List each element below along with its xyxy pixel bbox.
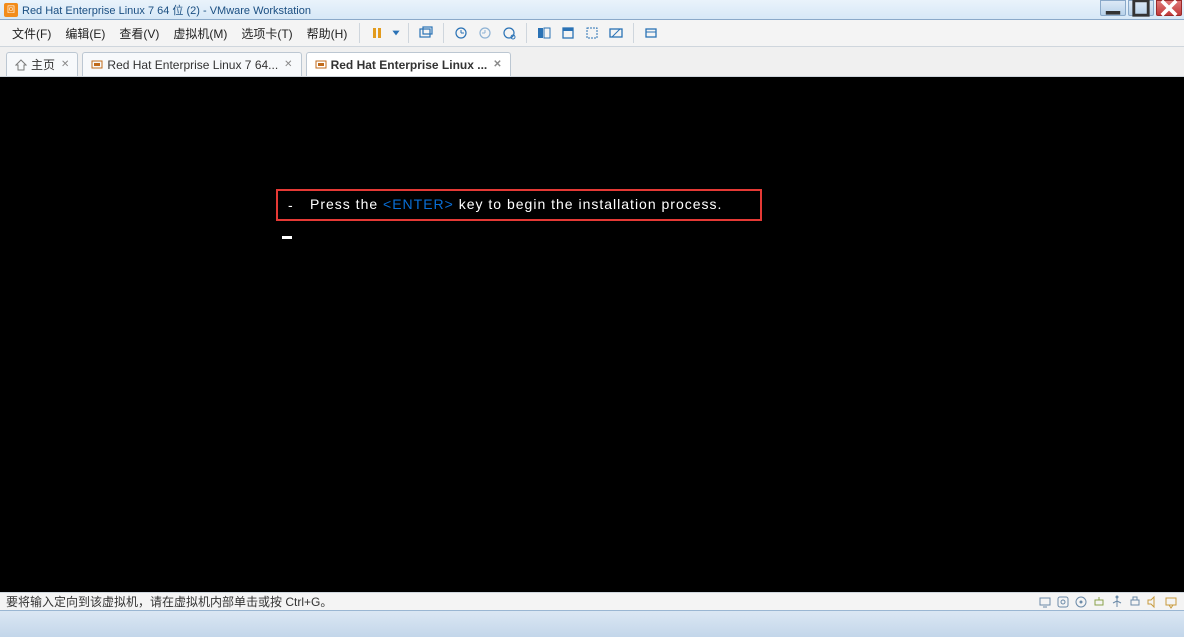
take-snapshot-button[interactable] [474,22,496,44]
menubar: 文件(F) 编辑(E) 查看(V) 虚拟机(M) 选项卡(T) 帮助(H) [0,20,1184,47]
tab-close-button[interactable]: ✕ [284,59,292,70]
tab-vm-1[interactable]: Red Hat Enterprise Linux 7 64... ✕ [82,52,301,76]
library-button[interactable] [640,22,662,44]
pause-button[interactable] [366,22,388,44]
snapshot-button[interactable] [415,22,437,44]
tab-vm-1-label: Red Hat Enterprise Linux 7 64... [107,58,278,72]
minimize-button[interactable] [1100,0,1126,16]
menu-help[interactable]: 帮助(H) [301,22,354,45]
revert-snapshot-button[interactable] [450,22,472,44]
fullscreen-button[interactable] [605,22,627,44]
tabbar: 主页 ✕ Red Hat Enterprise Linux 7 64... ✕ … [0,47,1184,77]
tab-home-label: 主页 [31,56,55,73]
vm-icon [315,59,327,71]
console-enter-key: <ENTER> [383,196,454,212]
view-console-button[interactable] [533,22,555,44]
view-unity-button[interactable] [581,22,603,44]
vm-console[interactable]: - Press the <ENTER> key to begin the ins… [0,77,1184,592]
device-disk-icon[interactable] [1056,595,1070,609]
menu-tabs[interactable]: 选项卡(T) [235,22,298,45]
tab-home[interactable]: 主页 ✕ [6,52,78,76]
menu-file[interactable]: 文件(F) [6,22,57,45]
manage-snapshot-button[interactable] [498,22,520,44]
console-bullet: - [288,197,294,213]
separator [633,23,634,43]
home-icon [15,59,27,71]
app-icon: 回 [4,3,18,17]
view-single-button[interactable] [557,22,579,44]
close-button[interactable] [1156,0,1182,16]
separator [526,23,527,43]
window-titlebar: 回 Red Hat Enterprise Linux 7 64 位 (2) - … [0,0,1184,20]
menu-edit[interactable]: 编辑(E) [59,22,111,45]
separator [408,23,409,43]
menu-vm[interactable]: 虚拟机(M) [167,22,233,45]
power-dropdown[interactable] [390,22,402,44]
device-sound-icon[interactable] [1146,595,1160,609]
device-message-icon[interactable] [1164,595,1178,609]
separator [359,23,360,43]
tab-vm-2-label: Red Hat Enterprise Linux ... [331,58,488,72]
device-status-tray [1038,593,1178,611]
console-text-suffix: key to begin the installation process. [454,196,723,212]
console-text-prefix: Press the [310,196,383,212]
os-taskbar [0,610,1184,637]
device-monitor-icon[interactable] [1038,595,1052,609]
console-cursor [282,236,292,239]
device-printer-icon[interactable] [1128,595,1142,609]
maximize-button[interactable] [1128,0,1154,16]
device-cd-icon[interactable] [1074,595,1088,609]
tab-close-button[interactable]: ✕ [61,59,69,70]
vm-icon [91,59,103,71]
window-title: Red Hat Enterprise Linux 7 64 位 (2) - VM… [22,2,311,18]
statusbar: 要将输入定向到该虚拟机，请在虚拟机内部单击或按 Ctrl+G。 [0,592,1184,610]
device-usb-icon[interactable] [1110,595,1124,609]
window-controls [1100,0,1182,16]
tab-vm-2[interactable]: Red Hat Enterprise Linux ... ✕ [306,52,511,76]
console-line: Press the <ENTER> key to begin the insta… [310,196,722,212]
separator [443,23,444,43]
status-text: 要将输入定向到该虚拟机，请在虚拟机内部单击或按 Ctrl+G。 [6,593,332,610]
device-network-icon[interactable] [1092,595,1106,609]
menu-view[interactable]: 查看(V) [113,22,165,45]
tab-close-button[interactable]: ✕ [493,59,501,70]
